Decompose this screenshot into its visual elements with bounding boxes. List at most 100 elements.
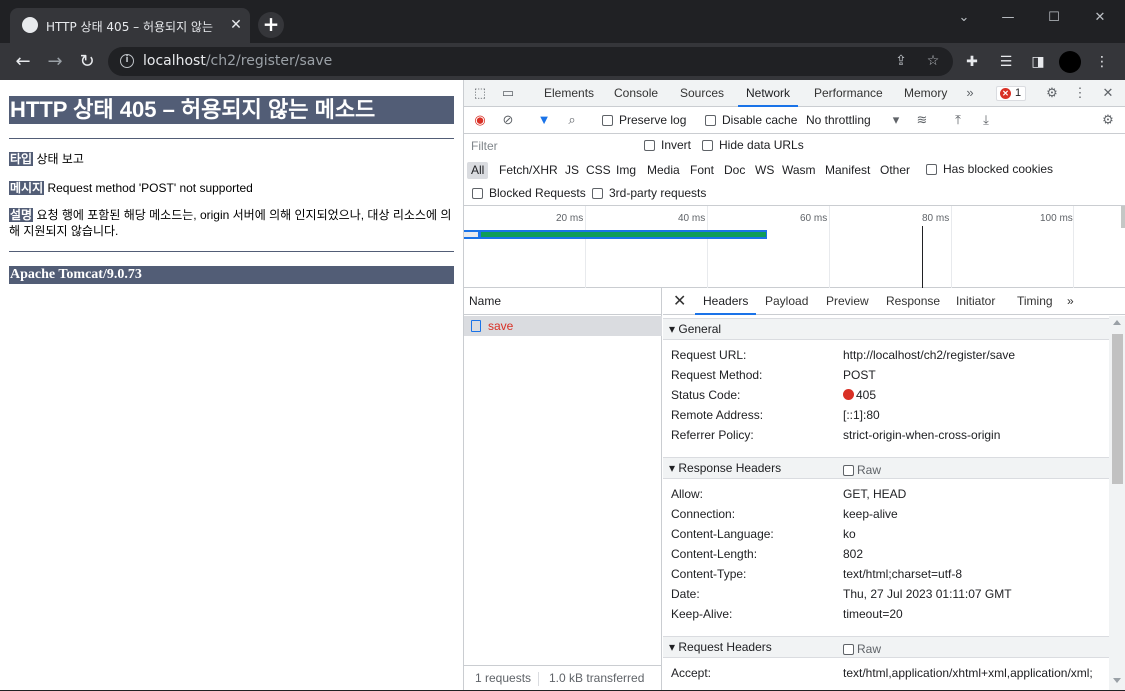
- filter-type-font[interactable]: Font: [690, 162, 714, 179]
- menu-dots-icon[interactable]: ⋮: [1092, 52, 1112, 72]
- tab-memory[interactable]: Memory: [904, 80, 947, 107]
- request-headers-section-header[interactable]: ▾ Request Headers Raw: [663, 636, 1109, 658]
- search-icon[interactable]: ⌕: [564, 112, 580, 128]
- tab-network[interactable]: Network: [738, 80, 799, 107]
- maximize-button[interactable]: ☐: [1031, 6, 1077, 30]
- more-options-icon[interactable]: ⋮: [1072, 85, 1088, 101]
- disable-cache-label: Disable cache: [722, 113, 798, 127]
- general-section-header[interactable]: ▾ General: [663, 318, 1109, 340]
- third-party-checkbox[interactable]: [592, 188, 603, 199]
- name-column-header[interactable]: Name: [464, 288, 662, 315]
- extensions-icon[interactable]: ✚: [962, 52, 982, 72]
- filter-type-other[interactable]: Other: [880, 162, 910, 179]
- close-window-button[interactable]: ✕: [1077, 6, 1123, 30]
- filter-icon[interactable]: ▼: [536, 112, 552, 128]
- filter-type-media[interactable]: Media: [647, 162, 680, 179]
- hide-data-urls-checkbox[interactable]: [702, 140, 713, 151]
- export-har-icon[interactable]: ⤓: [978, 112, 994, 128]
- has-blocked-cookies-checkbox[interactable]: [926, 164, 937, 175]
- more-tabs-icon[interactable]: »: [962, 85, 978, 101]
- filter-type-fetch-xhr[interactable]: Fetch/XHR: [499, 162, 558, 179]
- tab-sources[interactable]: Sources: [680, 80, 724, 107]
- raw-toggle[interactable]: Raw: [843, 639, 881, 659]
- filter-type-css[interactable]: CSS: [586, 162, 611, 179]
- raw-toggle[interactable]: Raw: [843, 460, 881, 480]
- response-headers-section-header[interactable]: ▾ Response Headers Raw: [663, 457, 1109, 479]
- list-item[interactable]: save: [464, 316, 662, 336]
- detail-scrollbar[interactable]: [1109, 316, 1125, 690]
- status-code-value: 405: [843, 388, 876, 402]
- filter-type-img[interactable]: Img: [616, 162, 636, 179]
- network-settings-icon[interactable]: ⚙: [1100, 112, 1116, 128]
- scrollbar-thumb[interactable]: [1112, 334, 1123, 484]
- close-devtools-icon[interactable]: ✕: [1100, 85, 1116, 101]
- invert-checkbox[interactable]: [644, 140, 655, 151]
- import-har-icon[interactable]: ⤒: [950, 112, 966, 128]
- filter-type-js[interactable]: JS: [565, 162, 579, 179]
- blocked-requests-checkbox[interactable]: [472, 188, 483, 199]
- raw-checkbox[interactable]: [843, 465, 854, 476]
- header-value: text/html;charset=utf-8: [843, 567, 963, 581]
- blocked-requests-label: Blocked Requests: [489, 186, 586, 200]
- record-stop-icon[interactable]: ◉: [472, 112, 488, 128]
- new-tab-button[interactable]: +: [258, 12, 284, 38]
- error-count-badge[interactable]: ✕ 1: [996, 86, 1026, 101]
- scroll-up-icon[interactable]: [1113, 320, 1121, 325]
- filter-type-doc[interactable]: Doc: [724, 162, 745, 179]
- preserve-log-checkbox[interactable]: [602, 115, 613, 126]
- tab-timing[interactable]: Timing: [1017, 288, 1053, 315]
- device-toolbar-icon[interactable]: ▭: [500, 85, 516, 101]
- grid-line: [829, 206, 830, 288]
- tab-response[interactable]: Response: [886, 288, 940, 315]
- address-bar[interactable]: i localhost/ch2/register/save ⇪ ☆: [108, 47, 953, 76]
- filter-bar: Filter Invert Hide data URLs All Fetch/X…: [464, 134, 1125, 206]
- reading-list-icon[interactable]: ☰: [996, 52, 1016, 72]
- tab-initiator[interactable]: Initiator: [956, 288, 995, 315]
- more-tabs-icon[interactable]: »: [1067, 288, 1074, 315]
- filter-type-wasm[interactable]: Wasm: [782, 162, 816, 179]
- load-event-marker: [922, 226, 923, 288]
- share-icon[interactable]: ⇪: [892, 52, 910, 70]
- settings-gear-icon[interactable]: ⚙: [1044, 85, 1060, 101]
- chevron-down-icon[interactable]: ▾: [888, 112, 904, 128]
- tab-console[interactable]: Console: [614, 80, 658, 107]
- site-info-icon[interactable]: i: [120, 54, 134, 68]
- grid-line: [707, 206, 708, 288]
- tab-preview[interactable]: Preview: [826, 288, 869, 315]
- minimize-button[interactable]: —: [985, 6, 1031, 30]
- network-conditions-icon[interactable]: ≋: [914, 112, 930, 128]
- expand-triangle-icon: ▾: [669, 322, 676, 336]
- tab-close-icon[interactable]: ✕: [226, 15, 246, 35]
- tab-performance[interactable]: Performance: [814, 80, 883, 107]
- browser-tab[interactable]: HTTP 상태 405 – 허용되지 않는 ✕: [10, 8, 250, 43]
- throttling-select[interactable]: No throttling: [806, 113, 871, 127]
- chevron-down-icon[interactable]: ⌄: [941, 6, 987, 30]
- scroll-down-icon[interactable]: [1113, 678, 1121, 683]
- clear-icon[interactable]: ⊘: [500, 112, 516, 128]
- side-panel-icon[interactable]: ◨: [1028, 52, 1048, 72]
- url-text[interactable]: localhost/ch2/register/save: [143, 53, 332, 69]
- network-overview-timeline[interactable]: 20 ms 40 ms 60 ms 80 ms 100 ms: [464, 206, 1125, 288]
- close-detail-icon[interactable]: ✕: [673, 288, 686, 315]
- tab-payload[interactable]: Payload: [765, 288, 808, 315]
- inspect-element-icon[interactable]: ⬚: [472, 85, 488, 101]
- header-value: Thu, 27 Jul 2023 01:11:07 GMT: [843, 587, 1012, 601]
- detail-tab-bar: ✕ Headers Payload Preview Response Initi…: [663, 288, 1125, 315]
- disable-cache-checkbox[interactable]: [705, 115, 716, 126]
- filter-type-ws[interactable]: WS: [755, 162, 774, 179]
- overview-scrollbar[interactable]: [1121, 206, 1125, 228]
- filter-type-manifest[interactable]: Manifest: [825, 162, 870, 179]
- expand-triangle-icon: ▾: [669, 640, 676, 654]
- status-error-icon: [843, 389, 854, 400]
- tab-headers[interactable]: Headers: [695, 288, 757, 315]
- raw-checkbox[interactable]: [843, 644, 854, 655]
- forward-button[interactable]: →: [42, 49, 68, 75]
- tab-elements[interactable]: Elements: [544, 80, 594, 107]
- bookmark-star-icon[interactable]: ☆: [924, 52, 942, 70]
- avatar[interactable]: [1059, 51, 1081, 73]
- filter-input[interactable]: Filter: [468, 137, 628, 156]
- header-key: Content-Type:: [671, 567, 747, 581]
- reload-button[interactable]: ↻: [74, 49, 100, 75]
- back-button[interactable]: ←: [10, 49, 36, 75]
- filter-type-all[interactable]: All: [467, 162, 489, 179]
